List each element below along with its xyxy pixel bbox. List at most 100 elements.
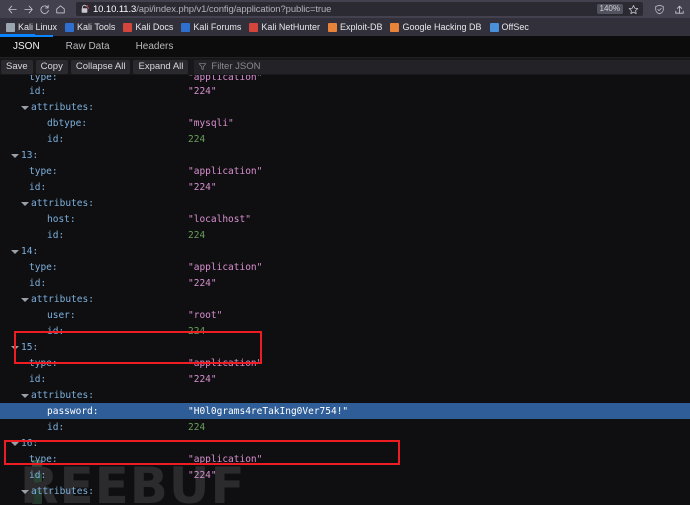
json-value: "application" [188, 166, 262, 177]
json-row[interactable]: id:224 [0, 227, 690, 243]
json-key: id: [0, 134, 64, 145]
json-value: "application" [188, 358, 262, 369]
chevron-down-icon[interactable] [20, 391, 29, 400]
json-key-label: attributes: [31, 294, 94, 305]
star-icon[interactable] [627, 3, 640, 16]
collapse-all-button[interactable]: Collapse All [71, 60, 131, 74]
chevron-down-icon[interactable] [10, 247, 19, 256]
filter-icon [198, 58, 207, 76]
bookmark-item[interactable]: OffSec [487, 22, 532, 33]
chevron-down-icon[interactable] [10, 343, 19, 352]
save-button[interactable]: Save [1, 60, 33, 74]
json-viewer-panel: JSON Raw Data Headers Save Copy Collapse… [0, 36, 690, 505]
bookmark-item[interactable]: Kali NetHunter [246, 22, 323, 33]
json-key-label: type: [29, 75, 58, 83]
json-row[interactable]: type:"application" [0, 259, 690, 275]
bookmark-label: Kali NetHunter [261, 23, 320, 32]
json-key-label: id: [47, 134, 64, 145]
json-rows-container[interactable]: REEBUF type:"application"id:"224"attribu… [0, 75, 690, 505]
bookmark-item[interactable]: Exploit-DB [325, 22, 386, 33]
url-text[interactable]: 10.10.11.3/api/index.php/v1/config/appli… [93, 4, 597, 15]
back-icon[interactable] [4, 1, 20, 17]
json-row[interactable]: attributes: [0, 99, 690, 115]
json-key-label: 13: [21, 150, 38, 161]
json-row[interactable]: type: "application" [0, 355, 690, 371]
json-row[interactable]: attributes: [0, 483, 690, 499]
reload-icon[interactable] [36, 1, 52, 17]
json-value: "224" [188, 374, 217, 385]
zoom-level-badge[interactable]: 140% [597, 4, 623, 14]
json-key-label: type: [29, 166, 58, 177]
json-row[interactable]: dbtype:"mysqli" [0, 115, 690, 131]
json-row[interactable]: attributes: [0, 387, 690, 403]
json-row[interactable]: id: "224" [0, 179, 690, 195]
tab-headers[interactable]: Headers [123, 36, 187, 57]
json-key: attributes: [0, 294, 94, 305]
json-key-label: id: [47, 422, 64, 433]
json-key-label: id: [29, 278, 46, 289]
json-row[interactable]: attributes: [0, 195, 690, 211]
json-value: "224" [188, 182, 217, 193]
json-row[interactable]: id:"224" [0, 275, 690, 291]
chevron-down-icon[interactable] [10, 151, 19, 160]
chevron-down-icon[interactable] [10, 439, 19, 448]
bookmark-item[interactable]: Kali Forums [178, 22, 244, 33]
json-key-label: type: [29, 358, 58, 369]
url-bar[interactable]: 10.10.11.3/api/index.php/v1/config/appli… [76, 2, 643, 16]
json-key: id: [0, 470, 46, 481]
json-row[interactable]: host: "localhost" [0, 211, 690, 227]
bookmark-label: OffSec [502, 23, 529, 32]
filter-json-input[interactable]: Filter JSON [194, 60, 690, 74]
forward-icon[interactable] [20, 1, 36, 17]
json-key: attributes: [0, 486, 94, 497]
offsec-icon [490, 23, 499, 32]
bookmark-item[interactable]: Kali Linux [3, 22, 60, 33]
tab-json[interactable]: JSON [0, 36, 53, 57]
bookmark-item[interactable]: Kali Tools [62, 22, 118, 33]
json-value: 224 [188, 134, 205, 145]
json-value: "localhost" [188, 214, 251, 225]
json-value: 224 [188, 422, 205, 433]
chevron-down-icon[interactable] [20, 295, 29, 304]
json-row[interactable]: user:"root" [0, 307, 690, 323]
json-row[interactable]: type: "application" [0, 163, 690, 179]
json-key-label: id: [47, 326, 64, 337]
json-row[interactable]: id:224 [0, 323, 690, 339]
json-row[interactable]: id: "224" [0, 371, 690, 387]
home-icon[interactable] [52, 1, 68, 17]
json-key-label: id: [29, 86, 46, 97]
chevron-down-icon[interactable] [20, 487, 29, 496]
json-key-label: password: [47, 406, 98, 417]
json-key-label: id: [29, 374, 46, 385]
tab-raw-data[interactable]: Raw Data [53, 36, 123, 57]
json-row[interactable]: 15: [0, 339, 690, 355]
json-key: dbtype: [0, 118, 87, 129]
shield-icon[interactable] [653, 3, 666, 16]
bookmark-label: Kali Tools [77, 23, 115, 32]
json-row[interactable]: type:"application" [0, 75, 690, 83]
json-row[interactable]: type:"application" [0, 451, 690, 467]
json-row[interactable]: 14: [0, 243, 690, 259]
save-to-pocket-icon[interactable] [673, 3, 686, 16]
expand-all-button[interactable]: Expand All [133, 60, 188, 74]
json-row[interactable]: id: "224" [0, 83, 690, 99]
json-key: attributes: [0, 102, 94, 113]
json-row-selected[interactable]: password:"H0l0grams4reTakIng0Ver754!" [0, 403, 690, 419]
json-key: id: [0, 182, 46, 193]
broken-lock-icon[interactable] [79, 4, 90, 15]
json-key: id: [0, 230, 64, 241]
chevron-down-icon[interactable] [20, 199, 29, 208]
json-value: "224" [188, 86, 217, 97]
json-row[interactable]: 16: [0, 435, 690, 451]
json-row[interactable]: 13: [0, 147, 690, 163]
json-row[interactable]: id: 224 [0, 131, 690, 147]
chevron-down-icon[interactable] [20, 103, 29, 112]
bookmark-item[interactable]: Kali Docs [120, 22, 176, 33]
json-key-label: host: [47, 214, 76, 225]
json-row[interactable]: id:"224" [0, 467, 690, 483]
copy-button[interactable]: Copy [36, 60, 68, 74]
json-row[interactable]: attributes: [0, 291, 690, 307]
json-row[interactable]: id: 224 [0, 419, 690, 435]
json-value: "application" [188, 262, 262, 273]
bookmark-item[interactable]: Google Hacking DB [387, 22, 484, 33]
